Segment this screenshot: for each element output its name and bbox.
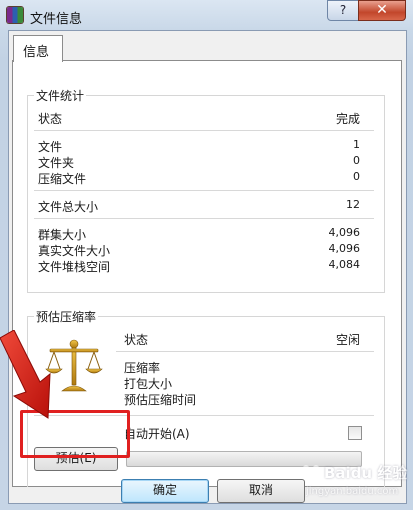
size-label: 真实文件大小 (38, 244, 111, 258)
cancel-button[interactable]: 取消 (217, 479, 305, 503)
estimate-title: 预估压缩率 (34, 308, 99, 325)
auto-start-row: 自动开始(A) (124, 425, 360, 441)
status-label: 状态 (38, 112, 63, 126)
status-label: 状态 (124, 333, 149, 347)
estimate-item-label: 预估压缩时间 (124, 393, 197, 407)
stat-row-archives: 压缩文件 0 (38, 170, 360, 186)
winrar-books-icon (7, 7, 23, 23)
divider (34, 190, 374, 191)
size-label: 群集大小 (38, 228, 87, 242)
size-row-cluster: 群集大小 4,096 (38, 226, 360, 242)
tab-info-label: 信息 (23, 45, 50, 60)
total-size-label: 文件总大小 (38, 200, 99, 214)
divider (34, 218, 374, 219)
estimate-status-row: 状态 空闲 (124, 331, 360, 347)
size-value: 4,084 (328, 258, 361, 271)
estimate-item-packed-size: 打包大小 (124, 375, 360, 391)
baidu-paw-icon (300, 465, 322, 483)
baidu-watermark: Baidu 经验 jingyan.baidu.com (300, 460, 410, 508)
stat-label: 压缩文件 (38, 172, 87, 186)
file-stats-title: 文件统计 (34, 87, 87, 104)
total-size-row: 文件总大小 12 (38, 198, 360, 214)
status-value: 空闲 (335, 333, 360, 347)
size-value: 4,096 (328, 226, 361, 239)
stat-label: 文件夹 (38, 156, 75, 170)
size-label: 文件堆栈空间 (38, 260, 111, 274)
file-stats-group: 文件统计 状态 完成 文件 1 文件夹 0 压缩文件 0 文件总大小 12 群集… (27, 87, 385, 293)
estimate-item-time: 预估压缩时间 (124, 391, 360, 407)
size-row-stack: 文件堆栈空间 4,084 (38, 258, 360, 274)
watermark-text: Baidu 经验 (324, 464, 408, 482)
estimate-item-label: 压缩率 (124, 361, 161, 375)
size-value: 4,096 (328, 242, 361, 255)
auto-start-label: 自动开始(A) (124, 427, 190, 441)
title-bar[interactable]: 文件信息 ? ✕ (0, 0, 413, 30)
stat-row-files: 文件 1 (38, 138, 360, 154)
divider (34, 130, 374, 131)
estimate-item-ratio: 压缩率 (124, 359, 360, 375)
stat-value: 0 (353, 170, 360, 183)
auto-start-checkbox[interactable] (348, 426, 362, 440)
watermark-subtext: jingyan.baidu.com (306, 486, 399, 497)
stat-row-folders: 文件夹 0 (38, 154, 360, 170)
status-value: 完成 (335, 112, 360, 126)
ok-button[interactable]: 确定 (121, 479, 209, 503)
help-button[interactable]: ? (327, 0, 359, 21)
total-size-value: 12 (346, 198, 360, 211)
estimate-item-label: 打包大小 (124, 377, 173, 391)
stat-value: 1 (353, 138, 360, 151)
divider (116, 351, 374, 352)
window-title: 文件信息 (30, 12, 83, 27)
file-info-window: 文件信息 ? ✕ 信息 文件统计 状态 完成 文件 1 文件夹 0 压缩文件 0… (0, 0, 413, 510)
stat-label: 文件 (38, 140, 63, 154)
file-stats-status-row: 状态 完成 (38, 110, 360, 126)
size-row-real: 真实文件大小 4,096 (38, 242, 360, 258)
red-arrow-icon (0, 330, 51, 419)
stat-value: 0 (353, 154, 360, 167)
close-button[interactable]: ✕ (358, 0, 406, 21)
tab-info[interactable]: 信息 (13, 35, 63, 62)
